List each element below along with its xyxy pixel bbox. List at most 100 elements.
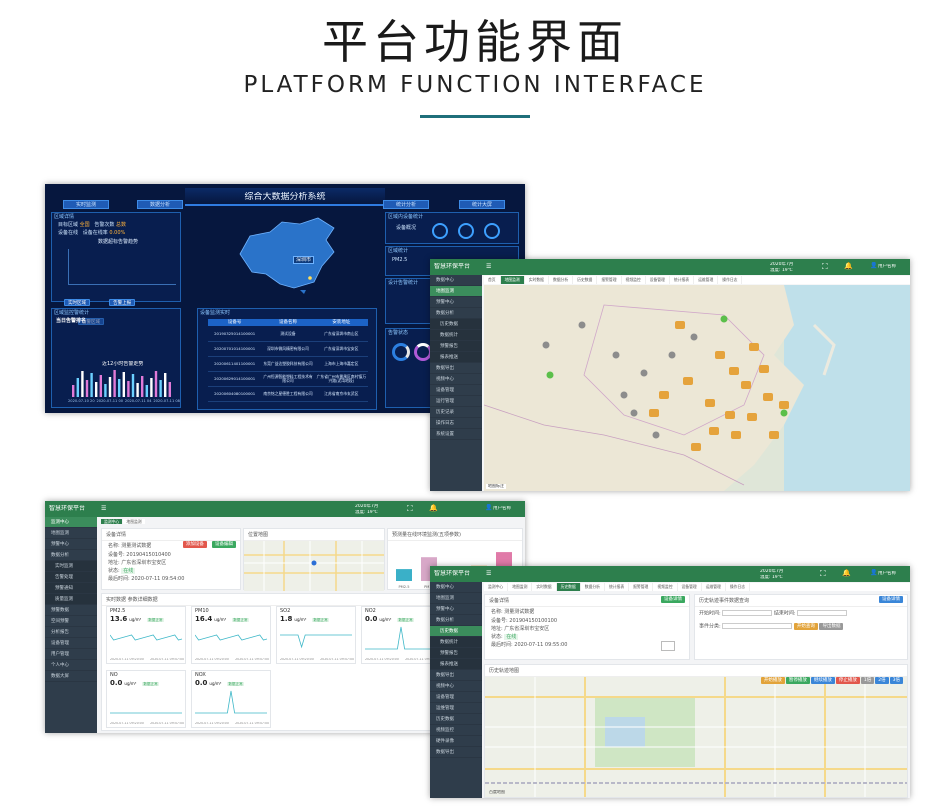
sidebar-item[interactable]: 数据分析 — [430, 615, 482, 626]
sidebar-item[interactable]: 数据分析 — [430, 308, 482, 319]
device-detail-button[interactable]: 设备详情 — [661, 596, 685, 603]
sidebar-item[interactable]: 设备管理 — [430, 385, 482, 396]
mini-street-map[interactable] — [244, 541, 384, 591]
fullscreen-icon[interactable]: ⛶ — [822, 262, 828, 272]
playback-button[interactable]: 1倍 — [860, 677, 875, 684]
sidebar-item[interactable]: 设备管理 — [45, 638, 97, 649]
map-cluster-marker[interactable] — [705, 399, 715, 407]
tab-item[interactable]: 地图监测 — [508, 583, 533, 591]
bell-icon[interactable]: 🔔 — [429, 504, 438, 512]
tab-item[interactable]: 历史数据 — [556, 583, 581, 591]
map-area[interactable]: 地图标注 — [484, 285, 910, 491]
dash-tab-statistics[interactable]: 统计分析 — [383, 200, 429, 209]
sidebar-item[interactable]: 数据中心 — [430, 275, 482, 286]
tab-item[interactable]: 统计报表 — [605, 583, 630, 591]
tab-item[interactable]: 地图监测 — [500, 276, 525, 284]
sidebar-item[interactable]: 实时监测 — [45, 561, 97, 572]
sidebar-item[interactable]: 地图监测 — [430, 286, 482, 297]
export-data-button[interactable]: 导出数据 — [819, 623, 844, 630]
sidebar-item[interactable]: 历史数据 — [430, 626, 482, 637]
tab-item[interactable]: 首页 — [484, 276, 501, 284]
menu-icon[interactable]: ☰ — [101, 505, 106, 512]
map-cluster-marker[interactable] — [709, 427, 719, 435]
tab-item[interactable]: 报警管理 — [629, 583, 654, 591]
end-time-input[interactable] — [797, 610, 848, 616]
tab-item[interactable]: 监测中心 — [484, 583, 509, 591]
sidebar-item[interactable]: 用户管理 — [45, 649, 97, 660]
sidebar-item[interactable]: 数据导出 — [430, 670, 482, 681]
bell-icon[interactable]: 🔔 — [844, 262, 853, 270]
reading-card[interactable]: NO 0.0 ug/m³ 数据正常 2020-07-11 09:20:00 2020-07… — [106, 670, 186, 728]
sidebar-item[interactable]: 预警中心 — [430, 297, 482, 308]
map-cluster-marker[interactable] — [659, 391, 669, 399]
sidebar-item[interactable]: 地图监测 — [430, 593, 482, 604]
sidebar-item[interactable]: 地图监测 — [45, 528, 97, 539]
sidebar-item[interactable]: 数据导出 — [430, 363, 482, 374]
reading-card[interactable]: SO2 1.8 ug/m³ 数据正常 2020-07-11 09:20:00 2020-0… — [276, 606, 356, 664]
map-marker-offline[interactable] — [578, 321, 586, 329]
map-cluster-marker[interactable] — [729, 367, 739, 375]
sidebar-item[interactable]: 数据统计 — [430, 637, 482, 648]
bell-icon[interactable]: 🔔 — [842, 569, 851, 577]
playback-button[interactable]: 开始播放 — [760, 677, 785, 684]
dash-btn-report[interactable]: 告警上报 — [109, 299, 136, 306]
tab-item[interactable]: 操作日志 — [718, 276, 743, 284]
sidebar-item[interactable]: 数据中心 — [430, 582, 482, 593]
tab-item[interactable]: 实时数据 — [525, 276, 549, 284]
reading-card[interactable]: NO2 0.0 ug/m³ 数据正常 2020-07-11 09:20:00 2020-0… — [361, 606, 441, 664]
start-time-input[interactable] — [722, 610, 773, 616]
map-cluster-marker[interactable] — [715, 351, 725, 359]
menu-icon[interactable]: ☰ — [486, 263, 491, 270]
tab-item[interactable]: 运维管理 — [702, 583, 726, 591]
sidebar-item[interactable]: 预警中心 — [45, 539, 97, 550]
tab-item[interactable]: 实时数据 — [532, 583, 557, 591]
sidebar-item[interactable]: 视频中心 — [430, 681, 482, 692]
query-top-button[interactable]: 设备详情 — [879, 596, 903, 603]
sidebar-item[interactable]: 数据分析 — [45, 550, 97, 561]
tab-item[interactable]: 设备管理 — [678, 583, 702, 591]
playback-button[interactable]: 停止播放 — [835, 677, 860, 684]
add-device-button[interactable]: 添加设备 — [182, 541, 207, 548]
map-cluster-marker[interactable] — [779, 401, 789, 409]
user-icon[interactable]: 👤 — [870, 569, 877, 576]
dash-tab-analysis[interactable]: 数据分析 — [137, 200, 183, 209]
fullscreen-icon[interactable]: ⛶ — [820, 569, 826, 579]
map-marker-offline[interactable] — [690, 333, 698, 341]
reading-card[interactable]: PM2.5 13.6 ug/m³ 数据正常 2020-07-11 09:20:00 202… — [106, 606, 186, 664]
history-street-map[interactable] — [485, 677, 907, 797]
map-marker-offline[interactable] — [542, 341, 550, 349]
sidebar-item[interactable]: 告警处理 — [45, 572, 97, 583]
sidebar-item[interactable]: 设备管理 — [430, 692, 482, 703]
event-type-select[interactable] — [722, 622, 793, 629]
tab-item[interactable]: 设备管理 — [646, 276, 670, 284]
tab-map[interactable]: 地图监测 — [123, 519, 145, 524]
map-marker-online[interactable] — [546, 371, 554, 379]
topbar-user[interactable]: 用户名称 — [493, 506, 511, 511]
tab-item[interactable]: 视频监控 — [653, 583, 678, 591]
map-cluster-marker[interactable] — [741, 381, 751, 389]
sidebar-item[interactable]: 硬件录像 — [430, 736, 482, 747]
tab-item[interactable]: 历史数据 — [573, 276, 598, 284]
user-icon[interactable]: 👤 — [485, 504, 492, 511]
sidebar-item[interactable]: 历史记录 — [430, 407, 482, 418]
map-cluster-marker[interactable] — [763, 393, 773, 401]
map-cluster-marker[interactable] — [759, 365, 769, 373]
table-row[interactable]: 20200629014100001 广州恒源智能塑料工程技术有限公司 广东省广州市番… — [208, 372, 368, 387]
map-cluster-marker[interactable] — [683, 377, 693, 385]
map-cluster-marker[interactable] — [649, 409, 659, 417]
map-marker-offline[interactable] — [620, 391, 628, 399]
start-query-button[interactable]: 开始查询 — [793, 623, 818, 630]
sidebar-item[interactable]: 预警通知 — [45, 583, 97, 594]
sidebar-item[interactable]: 预警数据 — [45, 605, 97, 616]
sidebar-item[interactable]: 监测中心 — [45, 517, 97, 528]
map-cluster-marker[interactable] — [731, 431, 741, 439]
map-marker-offline[interactable] — [630, 409, 638, 417]
reading-card[interactable]: NOX 0.0 ug/m³ 数据正常 2020-07-11 09:20:00 2020-0… — [191, 670, 271, 728]
playback-button[interactable]: 继续播放 — [810, 677, 835, 684]
sidebar-item[interactable]: 预警报告 — [430, 341, 482, 352]
tab-item[interactable]: 运维管理 — [694, 276, 719, 284]
sidebar-item[interactable]: 报表推送 — [430, 352, 482, 363]
sidebar-item[interactable]: 系统设置 — [430, 429, 482, 440]
sidebar-item[interactable]: 空间预警 — [45, 616, 97, 627]
map-cluster-marker[interactable] — [725, 411, 735, 419]
